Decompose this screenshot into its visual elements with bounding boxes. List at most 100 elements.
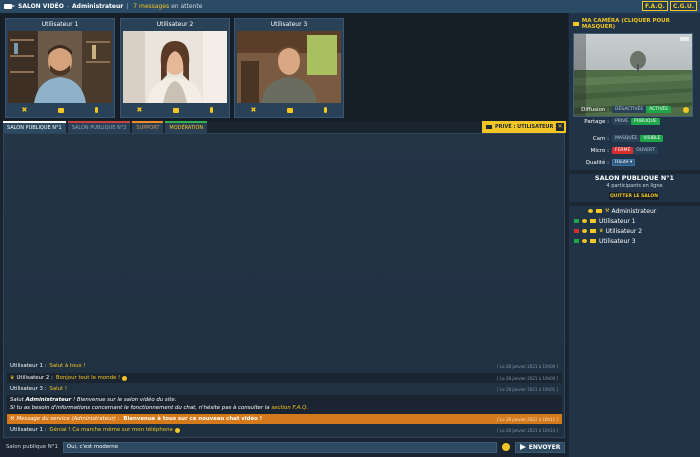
cam-row: Cam : MASQUÉE VISIBLE <box>569 134 700 143</box>
faq-button[interactable]: F.A.Q. <box>642 1 668 11</box>
video-tile-name: Utilisateur 2 <box>156 21 194 28</box>
video-camera-icon[interactable] <box>574 219 579 223</box>
partage-private-button[interactable]: PRIVÉ <box>612 118 632 125</box>
video-camera-icon[interactable] <box>287 107 294 113</box>
send-button[interactable]: ENVOYER <box>515 441 565 453</box>
participant-row[interactable]: ♛ Utilisateur 2 <box>569 226 700 236</box>
chat-bubble-icon[interactable] <box>582 239 587 243</box>
video-feed-user-1 <box>8 31 112 103</box>
profile-card-icon[interactable] <box>590 239 596 243</box>
chat-message: Utilisateur 1 : Génial ! Ca marche même … <box>7 425 562 435</box>
profile-card-icon[interactable] <box>590 219 596 223</box>
crown-icon: ♛ <box>599 228 604 234</box>
video-camera-icon[interactable] <box>574 239 579 243</box>
participant-row[interactable]: Utilisateur 1 <box>569 216 700 226</box>
camera-icon <box>573 22 579 26</box>
message-time: [ Le 28 janvier 2021 à 10h01 ] <box>497 386 558 392</box>
video-camera-icon[interactable] <box>58 107 65 113</box>
message-author[interactable]: Utilisateur 2 : <box>16 375 52 381</box>
video-tile-user-2[interactable]: Utilisateur 2 ✖ <box>120 18 230 118</box>
participant-name: Utilisateur 2 <box>605 227 643 235</box>
faq-link[interactable]: section F.A.Q. <box>271 405 308 411</box>
tab-salon-publique-1[interactable]: SALON PUBLIQUE N°1 <box>3 121 66 133</box>
title-separator: - <box>66 3 70 10</box>
message-author[interactable]: Utilisateur 1 : <box>10 363 46 369</box>
qualite-label: Qualité : <box>585 159 609 166</box>
video-tile-controls: ✖ <box>6 104 114 116</box>
chat-message: ♛ Utilisateur 2 : Bonjour tout le monde … <box>7 373 562 383</box>
video-tile-user-1[interactable]: Utilisateur 1 ✖ <box>5 18 115 118</box>
close-icon[interactable]: ✖ <box>251 106 257 114</box>
app-root: SALON VIDÉO - Administrateur | 7 message… <box>0 0 700 457</box>
video-camera-icon[interactable] <box>574 229 579 233</box>
welcome-message: Salut Administrateur ! Bienvenue sur le … <box>7 395 562 414</box>
tab-salon-publique-2[interactable]: SALON PUBLIQUE N°2 <box>67 121 131 133</box>
microphone-icon[interactable] <box>95 107 99 113</box>
video-tile-name: Utilisateur 3 <box>270 21 308 28</box>
microphone-icon[interactable] <box>324 107 328 113</box>
message-time: [ Le 28 janvier 2021 à 10h11 ] <box>497 416 558 422</box>
participant-name: Utilisateur 3 <box>599 237 636 245</box>
service-message: ⚒ Message du service (Administrateur) : … <box>7 414 562 424</box>
participant-row[interactable]: Utilisateur 3 <box>569 236 700 246</box>
video-feed-user-2 <box>123 31 227 103</box>
partage-public-button[interactable]: PUBLIQUE <box>631 118 660 125</box>
profile-card-icon[interactable] <box>596 209 602 213</box>
microphone-icon[interactable] <box>210 107 214 113</box>
quit-room-button[interactable]: QUITTER LE SALON <box>609 192 659 200</box>
partage-row: Partage : PRIVÉ PUBLIQUE <box>569 117 700 126</box>
pipe-separator: | <box>126 3 129 10</box>
message-author[interactable]: Utilisateur 1 : <box>10 427 46 433</box>
top-bar: SALON VIDÉO - Administrateur | 7 message… <box>0 0 700 13</box>
participant-row[interactable]: ⚒ Administrateur <box>569 206 700 216</box>
service-text: Bienvenue à tous sur ce nouveau chat vid… <box>123 416 263 422</box>
pending-messages-link[interactable]: 7 messages <box>133 3 169 10</box>
participant-name: Utilisateur 1 <box>599 217 636 225</box>
pending-messages-suffix: en attente <box>171 3 203 10</box>
video-tile-user-3[interactable]: Utilisateur 3 ✖ <box>234 18 344 118</box>
message-input[interactable]: Oui, c'est moderne <box>62 441 498 453</box>
message-time: [ Le 28 janvier 2021 à 10h00 ] <box>497 375 558 381</box>
service-author: Message du service (Administrateur) : <box>16 416 120 422</box>
tab-moderation[interactable]: MODÉRATION <box>165 121 208 133</box>
message-text: Salut ! <box>49 386 68 392</box>
diffusion-off-button[interactable]: DÉSACTIVÉE <box>612 106 647 113</box>
tab-support[interactable]: SUPPORT <box>132 121 164 133</box>
my-camera-header[interactable]: MA CAMÉRA (CLIQUER POUR MASQUER) <box>573 18 700 30</box>
close-icon[interactable]: ✖ <box>22 106 28 114</box>
chat-bubble-icon[interactable] <box>588 209 593 213</box>
cam-visible-button[interactable]: VISIBLE <box>640 135 664 142</box>
private-tab-label: PRIVÉ : UTILISATEUR 1 <box>495 124 559 130</box>
welcome-text: ! Bienvenue sur le salon vidéo du site. <box>71 397 177 403</box>
close-icon[interactable]: ✖ <box>137 106 143 114</box>
private-tab[interactable]: PRIVÉ : UTILISATEUR 1 ✕ <box>482 121 566 133</box>
message-author[interactable]: Utilisateur 3 : <box>10 386 46 392</box>
profile-card-icon[interactable] <box>590 229 596 233</box>
quality-select[interactable]: Haute ▾ <box>612 159 636 166</box>
smiley-icon <box>122 375 128 381</box>
send-label: ENVOYER <box>528 443 561 451</box>
room-participants-count: 4 participants en ligne <box>606 183 663 189</box>
crown-icon: ♛ <box>10 375 15 381</box>
message-input-row: Salon publique N°1 Oui, c'est moderne EN… <box>3 440 565 454</box>
chat-bubble-icon[interactable] <box>582 219 587 223</box>
emoji-icon[interactable] <box>502 443 511 451</box>
micro-open-button[interactable]: OUVERT <box>633 147 658 154</box>
welcome-text: Salut <box>10 397 26 403</box>
welcome-username: Administrateur <box>25 397 72 403</box>
chat-messages: Utilisateur 1 : Salut à tous ! [ Le 28 j… <box>3 133 565 438</box>
my-camera-title: MA CAMÉRA (CLIQUER POUR MASQUER) <box>581 18 670 30</box>
video-camera-icon[interactable] <box>173 107 180 113</box>
close-icon[interactable]: ✕ <box>556 123 564 131</box>
cgu-button[interactable]: C.G.U. <box>669 1 697 11</box>
message-time: [ Le 28 janvier 2021 à 10h14 ] <box>497 427 558 433</box>
chat-bubble-icon[interactable] <box>582 229 587 233</box>
diffusion-label: Diffusion : <box>581 106 609 113</box>
top-buttons: F.A.Q. C.G.U. <box>642 1 697 11</box>
micro-closed-button[interactable]: FERMÉ <box>612 147 634 154</box>
diffusion-on-button[interactable]: ACTIVÉE <box>646 106 672 113</box>
cam-hidden-button[interactable]: MASQUÉE <box>612 135 641 142</box>
cam-label: Cam : <box>592 135 609 142</box>
message-text: Bonjour tout le monde ! <box>55 375 121 381</box>
input-room-label: Salon publique N°1 <box>6 444 58 450</box>
